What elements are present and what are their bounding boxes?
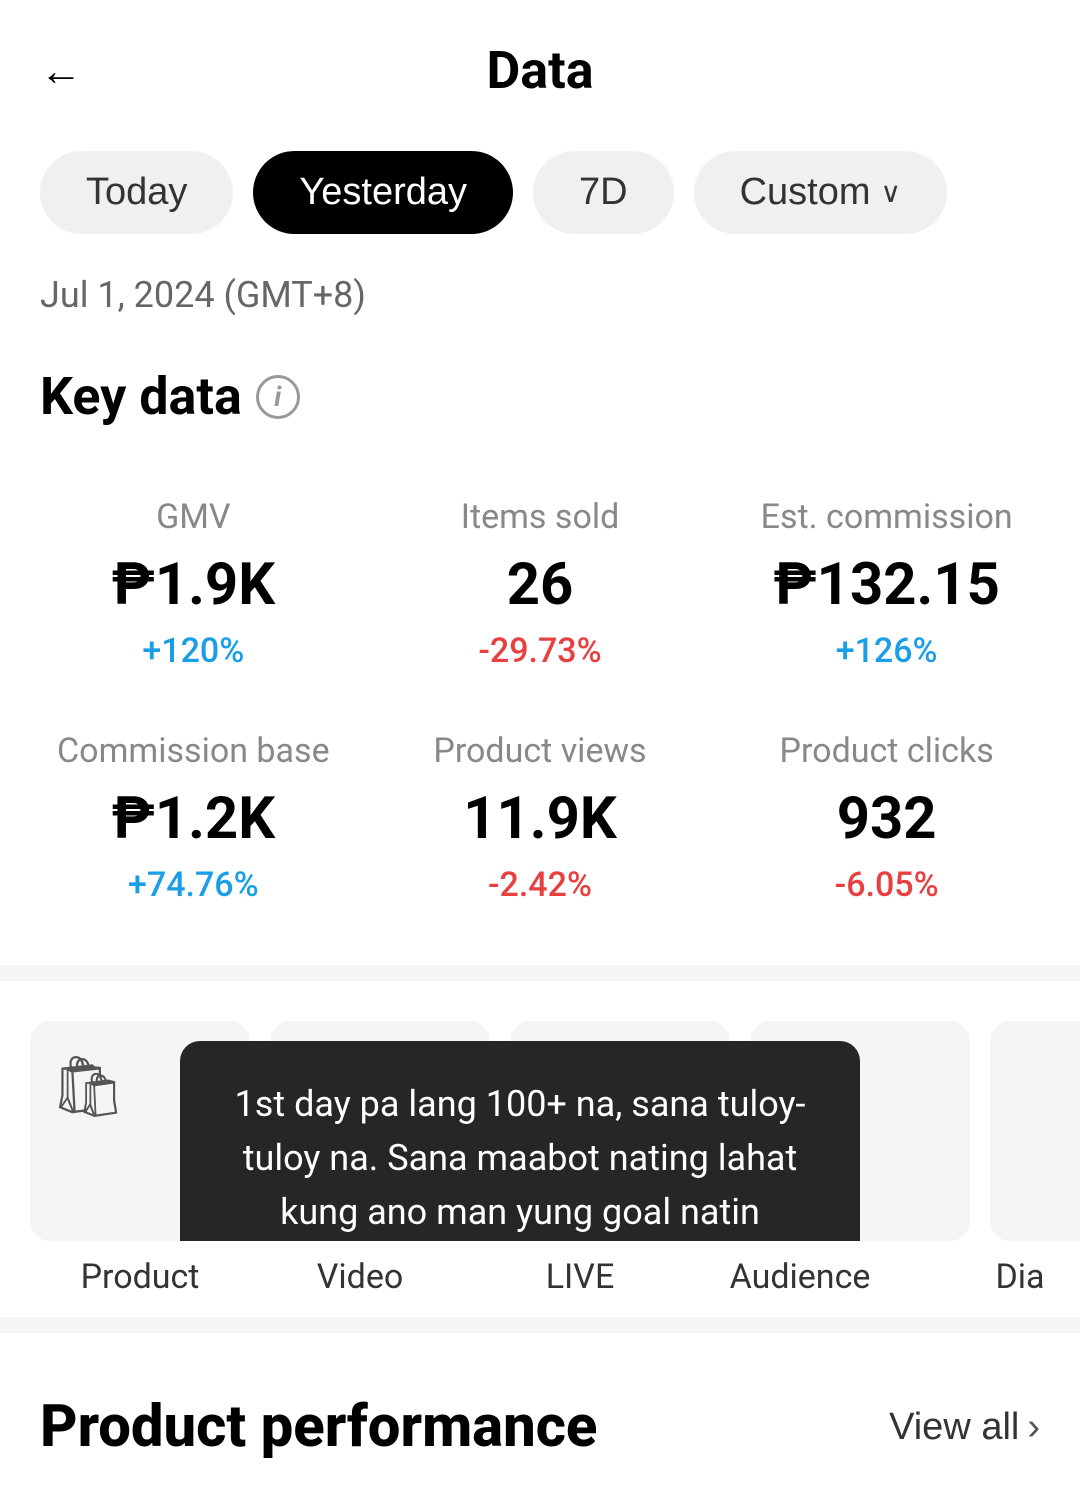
key-data-header: Key data i <box>0 356 1080 467</box>
category-card-product[interactable]: 🛍 1st day pa lang 100+ na, sana tuloy-tu… <box>30 1021 250 1241</box>
cat-label-dia[interactable]: Dia <box>910 1241 1080 1317</box>
cat-label-audience[interactable]: Audience <box>690 1241 910 1317</box>
cat-label-product[interactable]: Product <box>30 1241 250 1317</box>
metric-label-commbase: Commission base <box>40 731 347 771</box>
metric-label-gmv: GMV <box>40 497 347 537</box>
metric-change-items: -29.73% <box>387 631 694 671</box>
metric-change-views: -2.42% <box>387 865 694 905</box>
page-title: Data <box>486 40 593 101</box>
product-performance-header: Product performance View all › <box>0 1333 1080 1501</box>
metric-label-commission: Est. commission <box>733 497 1040 537</box>
metric-change-commbase: +74.76% <box>40 865 347 905</box>
metric-label-clicks: Product clicks <box>733 731 1040 771</box>
tooltip-overlay: 1st day pa lang 100+ na, sana tuloy-tulo… <box>180 1041 860 1241</box>
back-button[interactable]: ← <box>40 50 82 92</box>
tab-today[interactable]: Today <box>40 151 233 234</box>
tab-yesterday[interactable]: Yesterday <box>253 151 513 234</box>
metric-value-items: 26 <box>387 551 694 619</box>
metric-value-commbase: ₱1.2K <box>40 785 347 853</box>
metric-product-views: Product views 11.9K -2.42% <box>367 701 714 935</box>
metric-label-items: Items sold <box>387 497 694 537</box>
metric-value-views: 11.9K <box>387 785 694 853</box>
cat-label-video[interactable]: Video <box>250 1241 470 1317</box>
view-all-label: View all <box>889 1406 1019 1449</box>
bottom-divider <box>0 1317 1080 1333</box>
metric-change-gmv: +120% <box>40 631 347 671</box>
category-cards: 🛍 1st day pa lang 100+ na, sana tuloy-tu… <box>0 1021 1080 1241</box>
chevron-right-icon: › <box>1027 1406 1040 1449</box>
date-label: Jul 1, 2024 (GMT+8) <box>0 264 1080 356</box>
metric-value-gmv: ₱1.9K <box>40 551 347 619</box>
metric-value-commission: ₱132.15 <box>733 551 1040 619</box>
cat-label-live[interactable]: LIVE <box>470 1241 690 1317</box>
metric-value-clicks: 932 <box>733 785 1040 853</box>
view-all-button[interactable]: View all › <box>889 1406 1040 1449</box>
metrics-grid: GMV ₱1.9K +120% Items sold 26 -29.73% Es… <box>0 467 1080 935</box>
filter-tabs: Today Yesterday 7D Custom ∨ <box>0 121 1080 264</box>
metric-change-clicks: -6.05% <box>733 865 1040 905</box>
tab-custom[interactable]: Custom ∨ <box>694 151 947 234</box>
metric-commission: Est. commission ₱132.15 +126% <box>713 467 1060 701</box>
info-icon[interactable]: i <box>256 375 300 419</box>
chevron-down-icon: ∨ <box>881 176 902 209</box>
metric-items-sold: Items sold 26 -29.73% <box>367 467 714 701</box>
tooltip-text: 1st day pa lang 100+ na, sana tuloy-tulo… <box>235 1083 806 1241</box>
metric-label-views: Product views <box>387 731 694 771</box>
product-performance-title: Product performance <box>40 1393 597 1461</box>
category-labels: Product Video LIVE Audience Dia <box>0 1241 1080 1317</box>
header: ← Data <box>0 0 1080 121</box>
category-cards-wrapper: 🛍 1st day pa lang 100+ na, sana tuloy-tu… <box>0 1021 1080 1317</box>
metric-gmv: GMV ₱1.9K +120% <box>20 467 367 701</box>
category-card-dia[interactable] <box>990 1021 1080 1241</box>
section-divider <box>0 965 1080 981</box>
metric-change-commission: +126% <box>733 631 1040 671</box>
metric-commission-base: Commission base ₱1.2K +74.76% <box>20 701 367 935</box>
category-strip: 🛍 1st day pa lang 100+ na, sana tuloy-tu… <box>0 981 1080 1317</box>
key-data-title: Key data <box>40 366 242 427</box>
metric-product-clicks: Product clicks 932 -6.05% <box>713 701 1060 935</box>
tab-7d[interactable]: 7D <box>533 151 674 234</box>
